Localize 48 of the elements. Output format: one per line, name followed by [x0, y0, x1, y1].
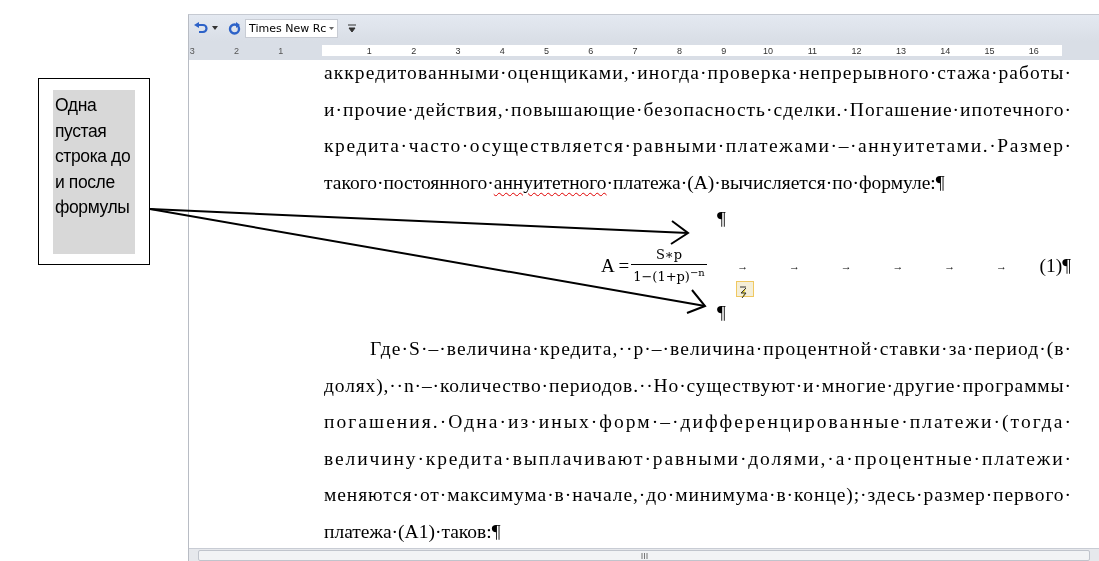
caret-icon[interactable]: [212, 26, 218, 30]
ruler-number: 2: [410, 45, 418, 56]
ruler-number: 14: [939, 45, 952, 56]
ruler-number: 3: [188, 45, 196, 56]
tab-mark: →: [737, 260, 749, 272]
grip-icon: [640, 552, 648, 559]
ruler-number: 1: [277, 45, 285, 56]
text-line: такого·постоянного·аннуитетного·платежа·(А)·вычисляется·по·формуле:¶: [324, 170, 945, 195]
tab-mark: →: [788, 260, 800, 272]
customize-toolbar-icon[interactable]: [348, 24, 357, 32]
text-line: меняются·от·максимума·в·начале,·до·минимума·в·конце);·здесь·размер·первого·: [324, 483, 1071, 507]
text-line: Где·S·–·величина·кредита,··p·–·величина·процентной·ставки·за·период·(в·: [370, 337, 1071, 361]
ruler-number: 13: [894, 45, 907, 56]
ruler-number: 1: [365, 45, 373, 56]
text-line: величину·кредита·выплачивают·равными·долями,·а·процентные·платежи·: [324, 446, 1071, 471]
ruler-number: 10: [762, 45, 774, 56]
ruler-number: 16: [1027, 45, 1040, 56]
paragraph-mark: ¶: [717, 207, 726, 231]
redo-icon[interactable]: [228, 21, 241, 35]
text-line: и·прочие·действия,·повышающие·безопасность·сделки.·Погашение·ипотечного·: [324, 97, 1071, 122]
ruler-number: 2: [232, 45, 240, 56]
equation-number: (1)¶: [1039, 255, 1071, 277]
ruler-number: 11: [806, 45, 818, 56]
text-line: платежа·(А1)·таков:¶: [324, 519, 501, 544]
tab-mark: →: [892, 260, 904, 272]
paste-options-icon[interactable]: [736, 281, 754, 297]
undo-icon[interactable]: [194, 21, 208, 35]
ruler-number: 8: [675, 45, 683, 56]
scrollbar[interactable]: [198, 550, 1090, 561]
ruler-number: 5: [543, 45, 551, 56]
font-name-dropdown[interactable]: Times New Rc: [245, 18, 339, 38]
ruler-number: 15: [983, 45, 996, 56]
ruler-number: 4: [498, 45, 506, 56]
text-line: кредита·часто·осуществляется·равными·платежами·–·аннуитетами.·Размер·: [324, 134, 1071, 158]
text-line: долях),··n·–·количество·периодов.··Но·существуют·и·многие·другие·программы·: [324, 373, 1071, 398]
tab-mark: →: [995, 260, 1007, 272]
callout-text: Одна пустая строка до и после формулы: [53, 90, 135, 254]
ruler-number: 6: [587, 45, 595, 56]
paragraph-mark: ¶: [717, 301, 726, 325]
ruler-number: 7: [631, 45, 639, 56]
tab-mark: →: [840, 260, 852, 272]
caret-icon: [329, 26, 335, 30]
ruler-number: 3: [454, 45, 462, 56]
ruler-number: 12: [850, 45, 863, 56]
tab-mark: →: [944, 260, 956, 272]
ruler-number: 9: [720, 45, 728, 56]
text-line: аккредитованными·оценщиками,·иногда·проверка·непрерывного·стажа·работы·: [324, 61, 1071, 85]
text-line: погашения.·Одна·из·иных·форм·–·дифференцированные·платежи·(тогда·: [324, 410, 1071, 434]
